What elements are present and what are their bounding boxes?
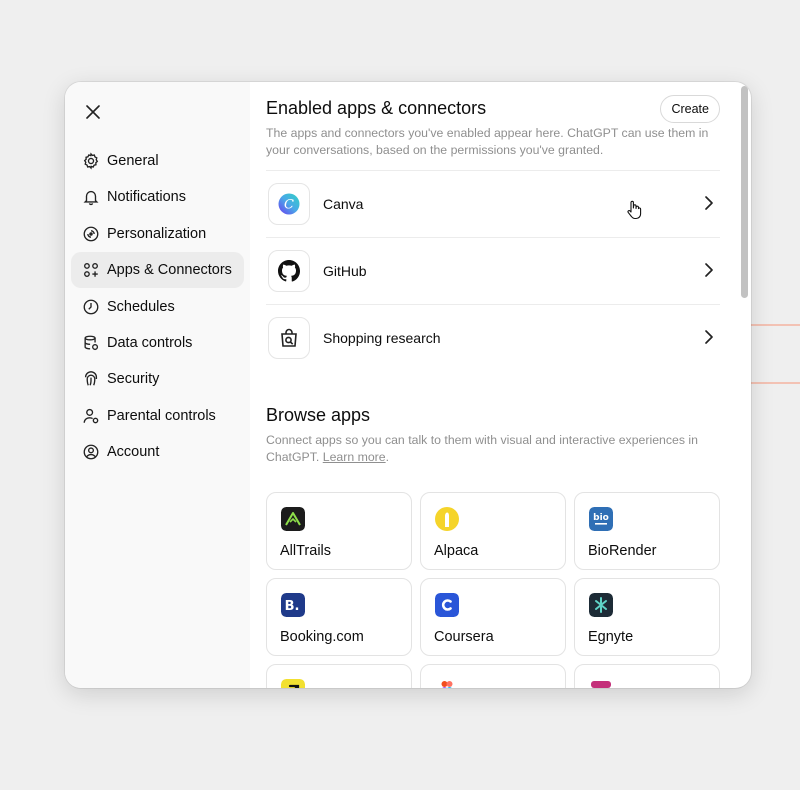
sidebar-item-parental-controls[interactable]: Parental controls xyxy=(71,398,244,434)
enabled-app-canva[interactable]: C Canva xyxy=(266,171,720,238)
app-card-booking[interactable]: B. Booking.com xyxy=(266,578,412,656)
chevron-right-icon xyxy=(705,263,713,277)
close-button[interactable] xyxy=(81,100,105,124)
app-card-egnyte[interactable]: Egnyte xyxy=(574,578,720,656)
booking-icon: B. xyxy=(281,593,305,617)
coursera-icon xyxy=(435,593,459,617)
learn-more-link[interactable]: Learn more xyxy=(323,450,386,464)
settings-nav: General Notifications Personalization Ap… xyxy=(71,143,244,471)
app-icon-box: C xyxy=(268,183,310,225)
sidebar-item-apps-connectors[interactable]: Apps & Connectors xyxy=(71,252,244,289)
enabled-apps-list: C Canva GitHub Shopping research xyxy=(266,170,720,371)
settings-content: Enabled apps & connectors The apps and c… xyxy=(250,82,751,688)
sidebar-item-label: Security xyxy=(107,371,160,388)
app-card-label: Egnyte xyxy=(588,629,634,645)
sidebar-item-label: Apps & Connectors xyxy=(107,262,232,279)
enabled-section-header: Enabled apps & connectors The apps and c… xyxy=(266,82,720,159)
sidebar-item-data-controls[interactable]: Data controls xyxy=(71,325,244,361)
settings-sidebar: General Notifications Personalization Ap… xyxy=(65,82,250,688)
app-card-9[interactable] xyxy=(574,664,720,688)
sidebar-item-schedules[interactable]: Schedules xyxy=(71,289,244,325)
svg-text:C: C xyxy=(284,198,294,213)
sidebar-item-label: Parental controls xyxy=(107,407,216,424)
sidebar-item-label: Schedules xyxy=(107,298,175,315)
app-name: Canva xyxy=(323,196,364,212)
scrollbar-thumb[interactable] xyxy=(741,86,748,298)
alpaca-icon xyxy=(435,507,459,531)
app-card-8[interactable] xyxy=(420,664,566,688)
create-button[interactable]: Create xyxy=(660,95,720,123)
enabled-app-shopping-research[interactable]: Shopping research xyxy=(266,305,720,371)
app-card-coursera[interactable]: Coursera xyxy=(420,578,566,656)
enabled-app-github[interactable]: GitHub xyxy=(266,238,720,305)
app-card-label: Alpaca xyxy=(434,543,479,559)
content-scrollbar[interactable] xyxy=(741,86,748,680)
app-card-biorender[interactable]: bio BioRender xyxy=(574,492,720,570)
app-card-7[interactable] xyxy=(266,664,412,688)
app-card-label: Coursera xyxy=(434,629,494,645)
enabled-section-title: Enabled apps & connectors xyxy=(266,98,487,118)
app-card-label: BioRender xyxy=(588,543,657,559)
sidebar-item-label: Data controls xyxy=(107,334,193,351)
framer-like-icon xyxy=(591,681,611,688)
shopping-bag-search-icon xyxy=(281,328,297,347)
sidebar-item-label: Account xyxy=(107,444,160,461)
background-line xyxy=(750,324,800,326)
apps-grid-icon xyxy=(81,260,101,280)
sidebar-item-label: Personalization xyxy=(107,225,207,242)
sidebar-item-label: Notifications xyxy=(107,189,186,206)
canva-icon: C xyxy=(278,193,300,215)
sidebar-item-general[interactable]: General xyxy=(71,143,244,179)
personalization-icon xyxy=(81,224,101,244)
app-card-alltrails[interactable]: AllTrails xyxy=(266,492,412,570)
app-icon-box xyxy=(268,317,310,359)
chevron-right-icon xyxy=(705,196,713,210)
egnyte-icon xyxy=(589,593,613,617)
close-icon xyxy=(86,105,100,119)
user-circle-icon xyxy=(81,442,101,462)
app-name: Shopping research xyxy=(323,330,441,346)
fingerprint-icon xyxy=(81,369,101,389)
github-icon xyxy=(278,260,300,282)
browse-section-title: Browse apps xyxy=(266,405,371,425)
figma-icon xyxy=(441,681,453,688)
app-card-alpaca[interactable]: Alpaca xyxy=(420,492,566,570)
alltrails-icon xyxy=(281,507,305,531)
enabled-section-description: The apps and connectors you've enabled a… xyxy=(266,126,709,157)
svg-text:B.: B. xyxy=(285,599,300,614)
arrow-app-icon xyxy=(281,679,305,688)
sidebar-item-notifications[interactable]: Notifications xyxy=(71,179,244,215)
background-line xyxy=(750,382,800,384)
svg-text:bio: bio xyxy=(593,513,609,523)
gear-icon xyxy=(81,151,101,171)
hand-cursor-icon xyxy=(627,200,642,220)
clock-icon xyxy=(81,297,101,317)
biorender-icon: bio xyxy=(589,507,613,531)
browse-section: Browse apps Connect apps so you can talk… xyxy=(266,405,720,688)
parental-user-icon xyxy=(81,406,101,426)
app-card-label: AllTrails xyxy=(280,543,332,559)
sidebar-item-personalization[interactable]: Personalization xyxy=(71,216,244,252)
sidebar-item-account[interactable]: Account xyxy=(71,434,244,470)
sidebar-item-security[interactable]: Security xyxy=(71,361,244,397)
bell-icon xyxy=(81,187,101,207)
app-card-label: Booking.com xyxy=(280,629,364,645)
app-icon-box xyxy=(268,250,310,292)
sidebar-item-label: General xyxy=(107,153,159,169)
browse-section-description: Connect apps so you can talk to them wit… xyxy=(266,433,698,464)
settings-modal: General Notifications Personalization Ap… xyxy=(65,82,751,688)
chevron-right-icon xyxy=(705,330,713,344)
database-icon xyxy=(81,333,101,353)
app-name: GitHub xyxy=(323,263,367,279)
content-scroll-area: Enabled apps & connectors The apps and c… xyxy=(266,82,720,688)
browse-apps-grid: AllTrails Alpaca bio BioRender B. Bookin… xyxy=(266,492,720,688)
